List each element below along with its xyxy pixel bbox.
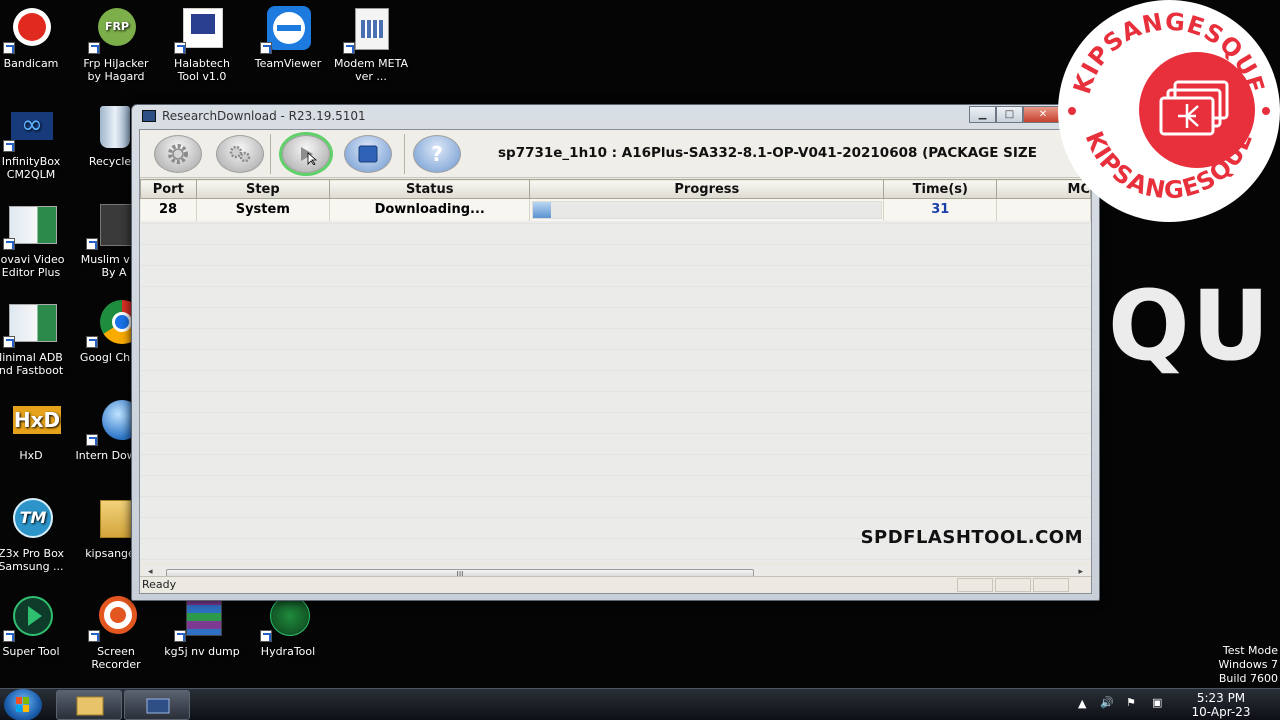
desktop-icon-teamviewer[interactable]: TeamViewer [248, 6, 328, 70]
kipsangesque-logo: KIPSANGESQUE KIPSANGESQUE [1058, 0, 1280, 222]
stop-download-button[interactable] [344, 135, 392, 173]
cell-step: System [196, 198, 331, 221]
toolbar: ? sp7731e_1h10 : A16Plus-SA332-8.1-OP-V0… [140, 130, 1091, 178]
folder-icon [82, 496, 140, 544]
desktop-icon-movavi[interactable]: lovavi Video Editor Plus [0, 202, 71, 279]
taskbar-explorer-button[interactable] [56, 690, 122, 720]
system-tray: ▲ 🔊 ⚑ ▣ 5:23 PM 10-Apr-23 [1070, 689, 1280, 720]
infinitybox-icon: ∞ [3, 104, 59, 152]
load-packet-button[interactable] [154, 135, 202, 173]
settings-button[interactable] [216, 135, 264, 173]
show-hidden-icons-icon[interactable]: ▲ [1078, 697, 1086, 710]
help-button[interactable]: ? [413, 135, 461, 173]
desktop-icon-infinitybox[interactable]: ∞ InfinityBox CM2QLM [0, 104, 71, 181]
start-button[interactable] [4, 689, 42, 720]
status-text: Ready [142, 578, 177, 591]
taskbar-researchdownload-button[interactable] [124, 690, 190, 720]
table-row[interactable]: 28 System Downloading... 31 [140, 198, 1091, 221]
column-header-step[interactable]: Step [195, 179, 331, 199]
action-center-icon[interactable]: ⚑ [1126, 696, 1136, 709]
desktop-icon-minimal-adb[interactable]: linimal ADB nd Fastboot [0, 300, 71, 377]
desktop-icon-super-tool[interactable]: Super Tool [0, 594, 71, 658]
desktop-icon-screen-recorder[interactable]: Screen Recorder [76, 594, 156, 671]
desktop-icon-halabtech[interactable]: Halabtech Tool v1.0 [162, 6, 242, 83]
screen-recorder-icon [88, 594, 144, 642]
port-table-area: Port Step Status Progress Time(s) MC 28 … [140, 179, 1091, 562]
app-icon [142, 110, 156, 122]
site-watermark: SPDFLASHTOOL.COM [860, 527, 1083, 548]
desktop-icon-kg5j-nv-dump[interactable]: kg5j nv dump [162, 594, 242, 658]
minimal-adb-icon [3, 300, 59, 348]
desktop-background-text: QUE [1108, 270, 1280, 382]
minimize-button[interactable]: ▁ [969, 106, 996, 123]
gears-icon [229, 145, 251, 163]
close-button[interactable]: ✕ [1023, 106, 1063, 123]
column-header-status[interactable]: Status [329, 179, 531, 199]
gear-icon [168, 144, 188, 164]
recycle-bin-icon [82, 104, 138, 152]
movavi-icon [3, 202, 59, 250]
folder-icon [76, 696, 104, 716]
column-header-progress[interactable]: Progress [529, 179, 885, 199]
z3x-icon: TM [3, 496, 59, 544]
super-tool-icon [3, 594, 59, 642]
desktop-icon-frp-hijacker[interactable]: FRP Frp HiJacker by Hagard [76, 6, 156, 83]
frp-hijacker-icon: FRP [88, 6, 144, 54]
research-download-icon [146, 698, 170, 714]
package-title: sp7731e_1h10 : A16Plus-SA332-8.1-OP-V041… [498, 145, 1037, 161]
desktop-icon-z3x[interactable]: TM Z3x Pro Box Samsung ... [0, 496, 71, 573]
cell-progress [529, 198, 885, 221]
port-table: Port Step Status Progress Time(s) MC 28 … [140, 179, 1091, 221]
desktop-icon-bandicam[interactable]: Bandicam [0, 6, 71, 70]
hxd-icon: HxD [13, 406, 61, 434]
network-icon[interactable]: ▣ [1152, 696, 1162, 709]
column-header-time[interactable]: Time(s) [883, 179, 998, 199]
window-titlebar[interactable]: ResearchDownload - R23.19.5101 ▁ □ ✕ [132, 105, 1099, 129]
teamviewer-icon [260, 6, 316, 54]
column-header-port[interactable]: Port [140, 179, 197, 199]
research-download-window: ResearchDownload - R23.19.5101 ▁ □ ✕ ? s… [131, 104, 1100, 601]
test-mode-notice: Test Mode Windows 7 Build 7600 [1218, 644, 1278, 685]
winrar-icon [174, 594, 230, 642]
taskbar: ▲ 🔊 ⚑ ▣ 5:23 PM 10-Apr-23 [0, 688, 1280, 720]
modem-meta-icon [343, 6, 399, 54]
desktop-icon-modem-meta[interactable]: Modem META ver ... [331, 6, 411, 83]
progress-bar-fill [533, 201, 551, 218]
table-header-row: Port Step Status Progress Time(s) MC [140, 179, 1091, 199]
cell-status: Downloading... [329, 198, 531, 221]
windows-logo-icon [16, 697, 29, 712]
help-icon: ? [431, 142, 443, 166]
svg-text:?: ? [431, 142, 443, 166]
hydratool-icon [260, 594, 316, 642]
volume-icon[interactable]: 🔊 [1100, 696, 1114, 709]
maximize-button[interactable]: □ [996, 106, 1023, 123]
desktop-icon-hxd[interactable]: HxD HxD [0, 398, 71, 462]
start-download-button[interactable] [282, 135, 330, 173]
window-client-area: ? sp7731e_1h10 : A16Plus-SA332-8.1-OP-V0… [139, 129, 1092, 594]
clock[interactable]: 5:23 PM 10-Apr-23 [1186, 691, 1256, 719]
stop-icon [358, 145, 378, 163]
desktop-icon-hydratool[interactable]: HydraTool [248, 594, 328, 658]
halabtech-icon [174, 6, 230, 54]
status-bar: Ready [140, 576, 1091, 593]
cell-time: 31 [883, 198, 998, 221]
cell-port: 28 [140, 198, 197, 221]
bandicam-icon [3, 6, 59, 54]
window-title: ResearchDownload - R23.19.5101 [162, 109, 366, 123]
play-icon [301, 147, 317, 165]
progress-bar [532, 200, 883, 219]
